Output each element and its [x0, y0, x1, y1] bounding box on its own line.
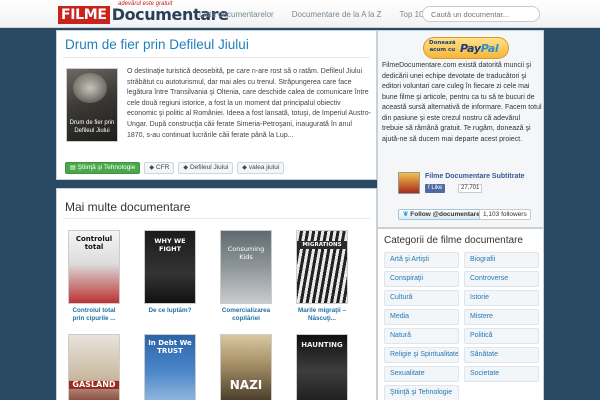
follower-count: 1,103 followers [479, 209, 531, 220]
tag-icon: ◆ [242, 165, 247, 171]
top-bar: adevărul este gratuit FILME Documentare … [0, 0, 600, 28]
post-tags: ▤ Ştiinţă şi Tehnologie ◆ CFR ◆ Defileul Ji… [65, 162, 285, 174]
tag-label: Defileul Jiului [189, 164, 229, 171]
poster-text: NAZI [229, 378, 263, 392]
category-art[interactable]: Artă şi Artişti [384, 252, 459, 268]
post-excerpt: O destinaţie turistică deosebită, pe car… [127, 68, 371, 139]
tag-valea-jiului[interactable]: ◆ valea jiului [237, 162, 285, 174]
poster-image: MIGRATIONS [296, 230, 348, 304]
facebook-like-button[interactable]: f Like [425, 184, 446, 193]
tag-defileul-jiului[interactable]: ◆ Defileul Jiului [178, 162, 234, 174]
category-media[interactable]: Media [384, 309, 459, 325]
tag-cfr[interactable]: ◆ CFR [144, 162, 175, 174]
category-health[interactable]: Sănătate [464, 347, 539, 363]
card-title[interactable]: Controlul total prin cipurile ... [66, 307, 122, 323]
folder-icon: ▤ [70, 165, 76, 171]
divider [63, 57, 370, 58]
post-thumbnail[interactable]: Drum de fier prin Defileul Jiului [66, 68, 118, 142]
donate-text: Donează acum cu [429, 40, 456, 53]
poster-image: Controlul total [68, 230, 120, 304]
category-mysteries[interactable]: Mistere [464, 309, 539, 325]
category-biographies[interactable]: Biografii [464, 252, 539, 268]
category-sexuality[interactable]: Sexualitate [384, 366, 459, 382]
poster-text: HAUNTING [301, 341, 343, 349]
category-conspiracies[interactable]: Conspiraţii [384, 271, 459, 287]
categories-title: Categorii de filme documentare [384, 235, 523, 246]
poster-text: Consuming Kids [227, 245, 265, 261]
category-controversies[interactable]: Controverse [464, 271, 539, 287]
category-society[interactable]: Societate [464, 366, 539, 382]
documentary-card[interactable]: MIGRATIONS Marile migraţii – Născuţi... [294, 230, 350, 323]
poster-image: GASLAND [68, 334, 120, 400]
featured-post: Drum de fier prin Defileul Jiului Drum d… [56, 30, 377, 180]
more-documentaries: Mai multe documentare Controlul total Co… [56, 188, 377, 400]
train-smoke-image [73, 73, 107, 103]
sidebar-donate-panel: Donează acum cu PayPal FilmeDocumentare.c… [377, 30, 544, 228]
nav-documentary-list[interactable]: Lista documentarelor [190, 10, 283, 19]
documentary-card[interactable]: Controlul total Controlul total prin cip… [66, 230, 122, 323]
documentary-card[interactable]: HAUNTING [294, 334, 350, 400]
poster-image: HAUNTING [296, 334, 348, 400]
poster-image: In Debt We TRUST [144, 334, 196, 400]
page-avatar[interactable] [398, 172, 420, 194]
card-title[interactable]: De ce luptăm? [142, 307, 198, 315]
poster-image: NAZI [220, 334, 272, 400]
like-count: 27,701 [458, 184, 483, 193]
category-nature[interactable]: Natură [384, 328, 459, 344]
category-history[interactable]: Istorie [464, 290, 539, 306]
paypal-logo: PayPal [460, 42, 499, 55]
categories-panel: Categorii de filme documentare Artă şi A… [377, 228, 544, 400]
post-title[interactable]: Drum de fier prin Defileul Jiului [65, 37, 249, 52]
twitter-follow-button[interactable]: ❦ Follow @documentare [398, 209, 485, 220]
category-politics[interactable]: Politică [464, 328, 539, 344]
tag-icon: ◆ [183, 165, 188, 171]
documentary-card[interactable]: NAZI [218, 334, 274, 400]
poster-text: Controlul total [75, 235, 113, 251]
nav-a-to-z[interactable]: Documentare de la A la Z [283, 10, 391, 19]
facebook-page-name[interactable]: Filme Documentare Subtitrate [425, 173, 525, 180]
tag-icon: ◆ [149, 165, 154, 171]
category-culture[interactable]: Cultură [384, 290, 459, 306]
facebook-widget: Filme Documentare Subtitrate f Like 27,7… [398, 171, 538, 195]
card-title[interactable]: Comercializarea copilăriei [218, 307, 274, 323]
poster-text: WHY WE FIGHT [154, 237, 186, 253]
poster-text: GASLAND [69, 381, 119, 389]
category-religion[interactable]: Religie şi Spiritualitate [384, 347, 459, 363]
documentary-card[interactable]: In Debt We TRUST [142, 334, 198, 400]
category-list: Artă şi Artişti Biografii Conspiraţii Co… [384, 252, 539, 400]
documentary-card[interactable]: Consuming Kids Comercializarea copilărie… [218, 230, 274, 323]
section-title: Mai multe documentare [65, 200, 191, 214]
about-text: FilmeDocumentare.com există datorită mun… [382, 62, 542, 143]
search-input[interactable] [422, 6, 540, 22]
logo-tagline: adevărul este gratuit [118, 1, 173, 7]
tag-label: valea jiului [248, 164, 280, 171]
tag-label: Ştiinţă şi Tehnologie [77, 164, 136, 171]
documentary-card[interactable]: WHY WE FIGHT De ce luptăm? [142, 230, 198, 315]
thumbnail-caption: Drum de fier prin Defileul Jiului [69, 120, 115, 134]
category-science-tech[interactable]: Ştiinţă şi Tehnologie [384, 385, 459, 400]
main-nav: Lista documentarelor Documentare de la A… [190, 0, 433, 28]
poster-text: In Debt We TRUST [148, 339, 192, 355]
tag-label: CFR [156, 164, 170, 171]
donate-paypal-button[interactable]: Donează acum cu PayPal [423, 37, 509, 59]
card-title[interactable]: Marile migraţii – Născuţi... [294, 307, 350, 323]
poster-image: Consuming Kids [220, 230, 272, 304]
poster-text: MIGRATIONS [297, 241, 347, 249]
poster-image: WHY WE FIGHT [144, 230, 196, 304]
documentary-card[interactable]: GASLAND [66, 334, 122, 400]
logo-filme: FILME [58, 6, 110, 24]
tag-category[interactable]: ▤ Ştiinţă şi Tehnologie [65, 162, 141, 174]
divider [63, 218, 370, 219]
